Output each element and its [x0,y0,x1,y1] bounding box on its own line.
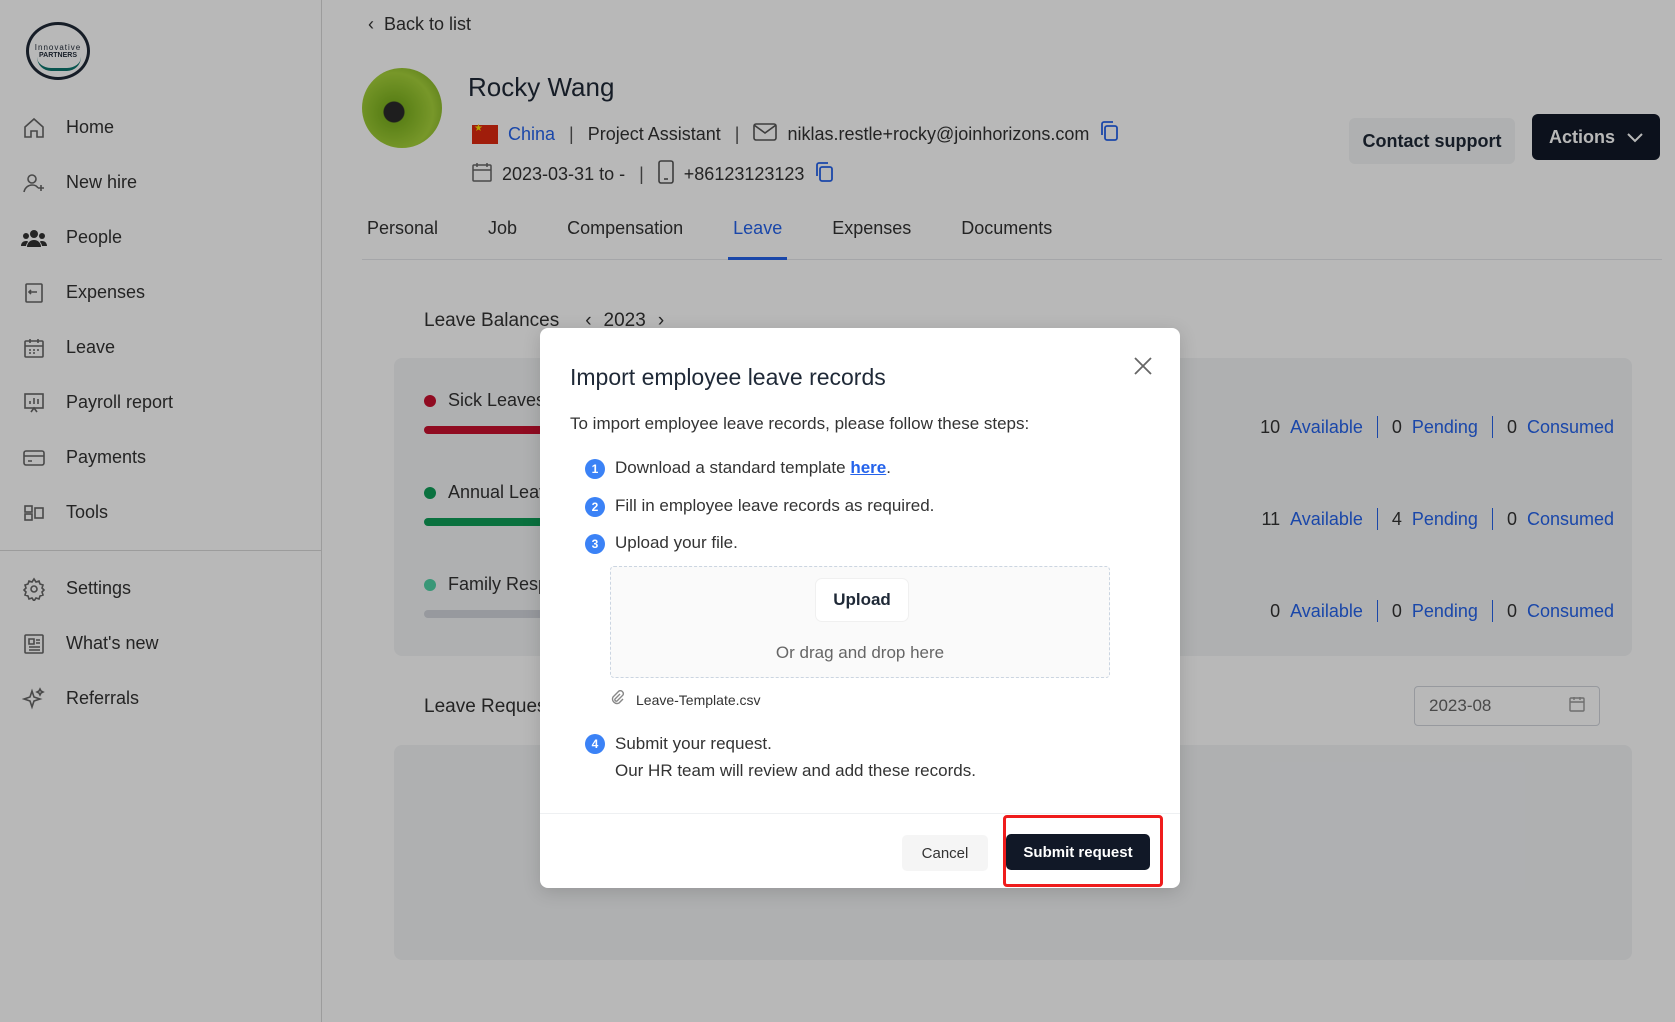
upload-button[interactable]: Upload [816,579,908,621]
paperclip-icon [610,690,626,709]
highlight-box [1003,815,1163,887]
step-4: 4 Submit your request. Our HR team will r… [585,733,976,784]
step-2: 2 Fill in employee leave records as requ… [585,496,934,517]
drag-drop-text: Or drag and drop here [775,643,945,662]
step-4-line-1: Submit your request. [615,734,772,753]
file-dropzone[interactable]: Upload Or drag and drop here [610,566,1110,678]
modal-intro: To import employee leave records, please… [570,414,1030,433]
close-icon[interactable] [1132,352,1154,384]
step-number-icon: 3 [585,534,605,554]
modal-title: Import employee leave records [570,364,886,390]
step-1-period: . [886,458,891,477]
step-4-line-2: Our HR team will review and add these re… [615,761,976,780]
step-number-icon: 1 [585,459,605,479]
file-name: Leave-Template.csv [636,691,761,708]
step-3: 3 Upload your file. [585,533,738,554]
download-template-link[interactable]: here [850,458,886,477]
step-2-text: Fill in employee leave records as requir… [615,496,935,515]
step-number-icon: 2 [585,497,605,517]
import-leave-records-modal: Import employee leave records To import … [540,328,1180,888]
step-1: 1 Download a standard template here. [585,458,891,479]
step-1-text: Download a standard template [615,458,851,477]
step-number-icon: 4 [585,734,605,754]
attached-file[interactable]: Leave-Template.csv [610,690,761,709]
cancel-button[interactable]: Cancel [902,835,988,871]
step-3-text: Upload your file. [615,533,738,552]
modal-footer-divider [540,813,1180,814]
